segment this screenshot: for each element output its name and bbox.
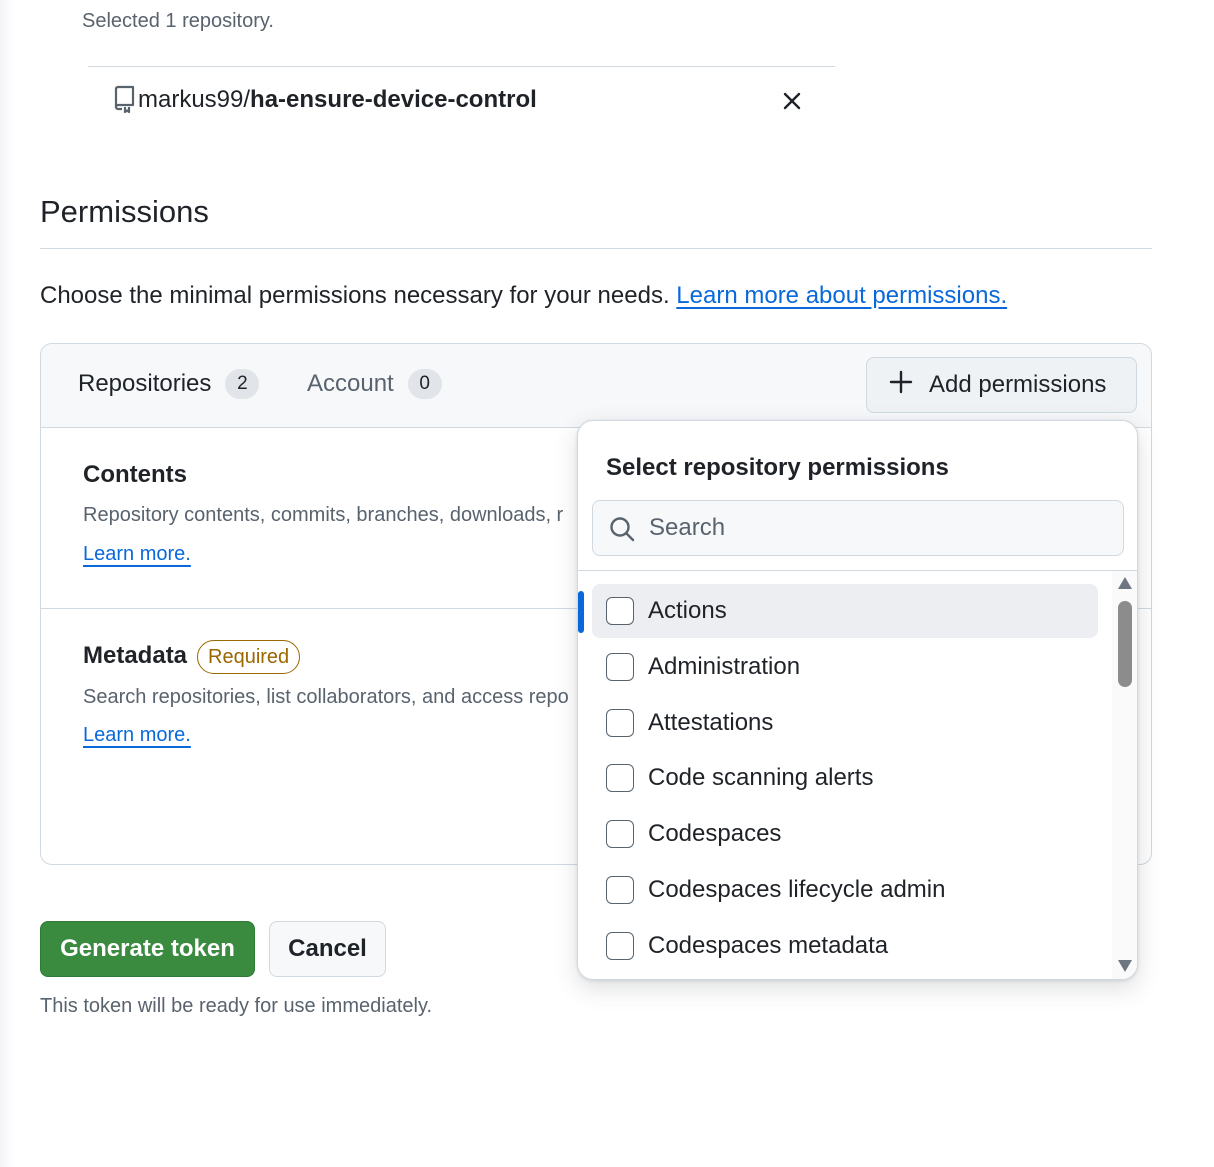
permission-option-attestations[interactable]: Attestations	[592, 696, 1098, 750]
repo-full-name: markus99/ha-ensure-device-control	[138, 86, 537, 114]
learn-more-link[interactable]: Learn more.	[83, 724, 191, 747]
option-label: Codespaces lifecycle admin	[648, 876, 946, 903]
permission-option-code-scanning-alerts[interactable]: Code scanning alerts	[592, 751, 1098, 805]
checkbox[interactable]	[606, 653, 634, 681]
search-field[interactable]	[592, 500, 1124, 556]
option-label: Codespaces metadata	[648, 932, 889, 959]
tab-repositories-counter: 2	[225, 369, 260, 399]
permissions-description: Choose the minimal permissions necessary…	[40, 282, 1007, 310]
learn-more-link[interactable]: Learn more.	[83, 543, 191, 566]
close-icon[interactable]	[780, 89, 804, 113]
permission-title: Metadata	[83, 642, 188, 669]
scroll-down-arrow-icon[interactable]	[1117, 959, 1133, 973]
cancel-button[interactable]: Cancel	[269, 921, 386, 977]
generate-token-button[interactable]: Generate token	[40, 921, 255, 977]
plus-icon	[889, 370, 913, 401]
option-label: Attestations	[648, 709, 774, 736]
checkbox[interactable]	[606, 876, 634, 904]
active-item-indicator	[578, 591, 584, 633]
permissions-panel-header: Repositories 2 Account 0 Add permissions	[41, 344, 1151, 428]
permission-description: Repository contents, commits, branches, …	[83, 504, 564, 526]
permission-title: Contents	[83, 461, 187, 488]
search-input[interactable]	[649, 509, 1109, 547]
option-label: Administration	[648, 653, 801, 680]
repository-permissions-dropdown: Select repository permissions Actions Ad…	[577, 420, 1138, 980]
add-permissions-label: Add permissions	[929, 371, 1107, 398]
left-shade	[0, 0, 14, 1167]
option-label: Actions	[648, 597, 727, 624]
permission-options-list: Actions Administration Attestations Code…	[578, 571, 1112, 979]
tab-repositories[interactable]: Repositories 2	[78, 369, 260, 399]
option-label: Code scanning alerts	[648, 764, 874, 791]
option-label: Codespaces	[648, 820, 782, 847]
tab-account-counter: 0	[407, 369, 442, 399]
required-badge: Required	[197, 640, 301, 674]
permission-option-administration[interactable]: Administration	[592, 640, 1098, 694]
permission-option-codespaces-lifecycle-admin[interactable]: Codespaces lifecycle admin	[592, 863, 1098, 917]
search-icon	[609, 516, 635, 542]
repo-short-name: ha-ensure-device-control	[250, 86, 537, 113]
scroll-up-arrow-icon[interactable]	[1117, 576, 1133, 590]
token-ready-note: This token will be ready for use immedia…	[40, 995, 433, 1017]
tab-repositories-label: Repositories	[78, 370, 212, 397]
checkbox[interactable]	[606, 764, 634, 792]
permission-option-codespaces[interactable]: Codespaces	[592, 807, 1098, 861]
permission-description: Search repositories, list collaborators,…	[83, 686, 569, 708]
permission-option-codespaces-metadata[interactable]: Codespaces metadata	[592, 919, 1098, 973]
repo-owner: markus99/	[138, 86, 251, 113]
learn-more-permissions-link[interactable]: Learn more about permissions.	[676, 282, 1007, 309]
checkbox[interactable]	[606, 709, 634, 737]
checkbox[interactable]	[606, 820, 634, 848]
divider	[40, 248, 1152, 249]
dropdown-title: Select repository permissions	[606, 454, 949, 481]
checkbox[interactable]	[606, 932, 634, 960]
permissions-description-text: Choose the minimal permissions necessary…	[40, 282, 670, 309]
add-permissions-button[interactable]: Add permissions	[866, 357, 1137, 413]
tab-account[interactable]: Account 0	[307, 369, 442, 399]
tab-account-label: Account	[307, 370, 394, 397]
selected-repo-row: markus99/ha-ensure-device-control	[88, 66, 835, 134]
scrollbar[interactable]	[1112, 571, 1137, 979]
scrollbar-thumb[interactable]	[1118, 601, 1132, 687]
permissions-heading: Permissions	[40, 194, 209, 229]
checkbox[interactable]	[606, 597, 634, 625]
repo-icon	[112, 85, 136, 114]
permission-option-actions[interactable]: Actions	[592, 584, 1098, 638]
selected-repo-count: Selected 1 repository.	[82, 10, 274, 32]
